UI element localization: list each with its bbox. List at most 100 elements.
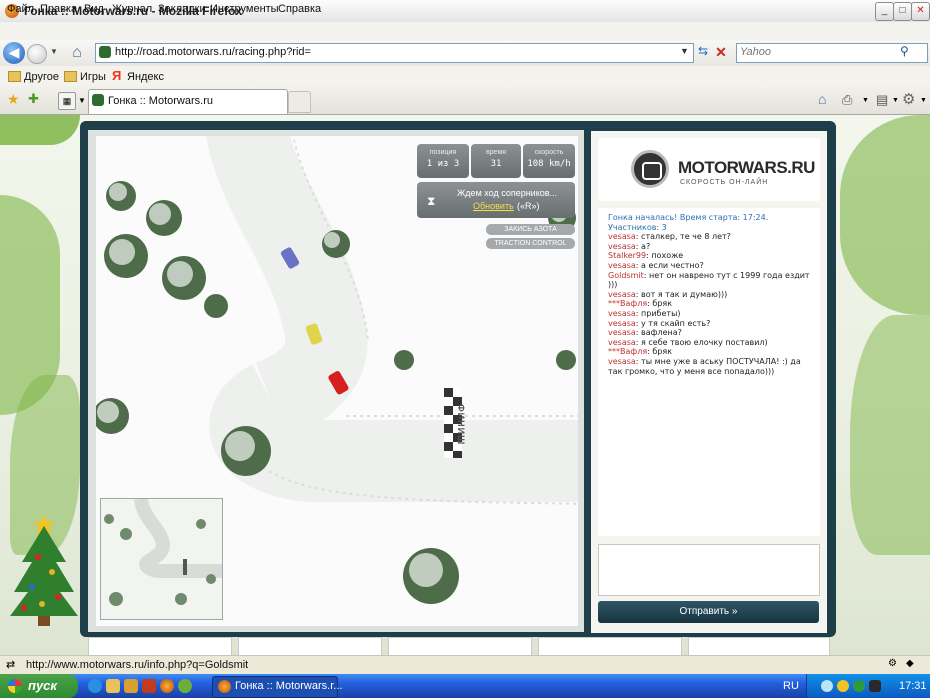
thumbnail-card[interactable]	[688, 637, 830, 657]
status-bar: ⇄ http://www.motorwars.ru/info.php?q=Gol…	[0, 655, 930, 674]
chat-nick[interactable]: vesasa	[608, 338, 636, 347]
decor-swirl	[840, 115, 930, 315]
refresh-link[interactable]: Обновить	[473, 201, 514, 211]
chat-nick[interactable]: Stalker99	[608, 251, 646, 260]
speed-box: скорость 108 km/h	[523, 144, 575, 178]
url-text[interactable]: http://road.motorwars.ru/racing.php?rid=	[115, 46, 311, 58]
ie-quicklaunch-icon[interactable]	[88, 679, 102, 693]
page-icon[interactable]: ▤	[876, 92, 888, 108]
home-toolbar-icon[interactable]: ⌂	[818, 91, 826, 107]
menu-file[interactable]: Файл	[7, 3, 34, 15]
menu-view[interactable]: Вид	[84, 3, 104, 15]
status-tool-icon: ⚙	[888, 658, 897, 669]
bookmark-yandex[interactable]: Яндекс	[127, 71, 164, 83]
chat-nick[interactable]: vesasa	[608, 242, 636, 251]
chat-nick[interactable]: vesasa	[608, 319, 636, 328]
maximize-button[interactable]: □	[893, 2, 912, 21]
chat-text: сталкер, те че 8 лет?	[641, 232, 731, 242]
brand-name: MOTORWARS.RU	[678, 158, 815, 177]
status-link-icon: ⇄	[6, 659, 16, 671]
position-label: позиция	[429, 149, 457, 156]
star-icon[interactable]: ★	[7, 91, 20, 108]
back-button[interactable]: ◀	[3, 42, 25, 64]
status-text: http://www.motorwars.ru/info.php?q=Golds…	[26, 659, 249, 671]
history-dropdown-icon[interactable]: ▼	[50, 47, 58, 56]
tools-dropdown-icon[interactable]: ▼	[920, 97, 927, 104]
chat-nick[interactable]: ***Вафля	[608, 299, 647, 308]
tray-app-icon[interactable]	[853, 680, 865, 692]
tray-app-icon[interactable]	[837, 680, 849, 692]
url-dropdown-icon[interactable]: ▼	[680, 46, 689, 56]
menu-bar	[0, 22, 930, 40]
decor-swirl	[0, 115, 80, 145]
chat-message: vesasa: я себе твою елочку поставил)	[608, 338, 816, 348]
hourglass-icon: ⧗	[427, 194, 436, 208]
home-icon[interactable]: ⌂	[67, 43, 87, 63]
chat-nick[interactable]: vesasa	[608, 357, 636, 366]
nitro-button[interactable]: ЗАКИСЬ АЗОТА	[486, 224, 575, 235]
chat-nick[interactable]: ***Вафля	[608, 347, 647, 356]
print-dropdown-icon[interactable]: ▼	[862, 97, 869, 104]
chat-message: Goldsmit: нет он наврено тут с 1999 года…	[608, 271, 816, 290]
clock: 17:31	[899, 680, 927, 692]
thumbnail-card[interactable]	[88, 637, 232, 657]
new-tab-button[interactable]	[288, 91, 311, 113]
thumbnail-card[interactable]	[238, 637, 382, 657]
menu-edit[interactable]: Правка	[40, 3, 77, 15]
go-icon[interactable]: ⇆	[695, 44, 711, 60]
chat-nick[interactable]: vesasa	[608, 261, 636, 270]
tray-app-icon[interactable]	[869, 680, 881, 692]
menu-tools[interactable]: Инструменты	[210, 3, 279, 15]
taskbar-window-firefox[interactable]: Гонка :: Motorwars.r...	[212, 676, 342, 698]
send-button[interactable]: Отправить »	[598, 601, 819, 623]
chat-text: вафлена?	[641, 328, 682, 338]
chat-input[interactable]	[598, 544, 820, 596]
add-bookmark-icon[interactable]: ✚	[28, 91, 39, 107]
firefox-quicklaunch-icon[interactable]	[160, 679, 174, 693]
speed-value: 108 km/h	[527, 159, 571, 169]
thumbnail-card[interactable]	[388, 637, 532, 657]
tray-app-icon[interactable]	[821, 680, 833, 692]
chat-text: бряк	[652, 347, 673, 357]
system-tray: 17:31	[806, 674, 930, 698]
bookmark-other[interactable]: Другое	[24, 71, 59, 83]
explorer-quicklaunch-icon[interactable]	[106, 679, 120, 693]
app-quicklaunch-icon[interactable]	[178, 679, 192, 693]
time-box: время 31	[471, 144, 521, 178]
chat-nick[interactable]: vesasa	[608, 309, 636, 318]
chat-scroll-area[interactable]	[818, 360, 824, 520]
gear-icon[interactable]: ⚙	[902, 90, 915, 108]
chat-message: vesasa: сталкер, те че 8 лет?	[608, 232, 816, 242]
chat-nick[interactable]: Goldsmit	[608, 271, 644, 280]
page-dropdown-icon[interactable]: ▼	[892, 97, 899, 104]
chat-text: а если честно?	[641, 260, 704, 270]
chat-nick[interactable]: vesasa	[608, 232, 636, 241]
chat-nick[interactable]: vesasa	[608, 328, 636, 337]
menu-help[interactable]: Справка	[278, 3, 321, 15]
tab-grid-icon[interactable]: ▦	[58, 92, 76, 110]
traction-control-button[interactable]: TRACTION CONTROL	[486, 238, 575, 249]
chat-nick[interactable]: vesasa	[608, 290, 636, 299]
close-button[interactable]: ✕	[911, 2, 930, 21]
start-label: пуск	[28, 678, 57, 693]
start-button[interactable]: пуск	[0, 674, 78, 698]
windows-logo-icon	[8, 679, 22, 693]
site-favicon-icon	[99, 46, 111, 58]
print-icon[interactable]: ⎙	[842, 92, 852, 108]
forward-button[interactable]	[27, 44, 47, 64]
app-quicklaunch-icon[interactable]	[142, 679, 156, 693]
menu-bookmarks[interactable]: Закладки	[158, 3, 206, 15]
tab-list-dropdown-icon[interactable]: ▼	[78, 96, 86, 105]
language-indicator[interactable]: RU	[783, 680, 799, 692]
stop-icon[interactable]: ✕	[713, 44, 729, 60]
minimize-button[interactable]: _	[875, 2, 894, 21]
minimap-track	[104, 497, 222, 606]
menu-history[interactable]: Журнал	[112, 3, 152, 15]
bookmark-games[interactable]: Игры	[80, 71, 106, 83]
search-input[interactable]	[740, 45, 890, 59]
position-value: 1 из 3	[426, 159, 460, 169]
thumbnail-card[interactable]	[538, 637, 682, 657]
app-quicklaunch-icon[interactable]	[124, 679, 138, 693]
search-icon[interactable]: ⚲	[900, 44, 909, 58]
folder-icon	[8, 71, 21, 82]
